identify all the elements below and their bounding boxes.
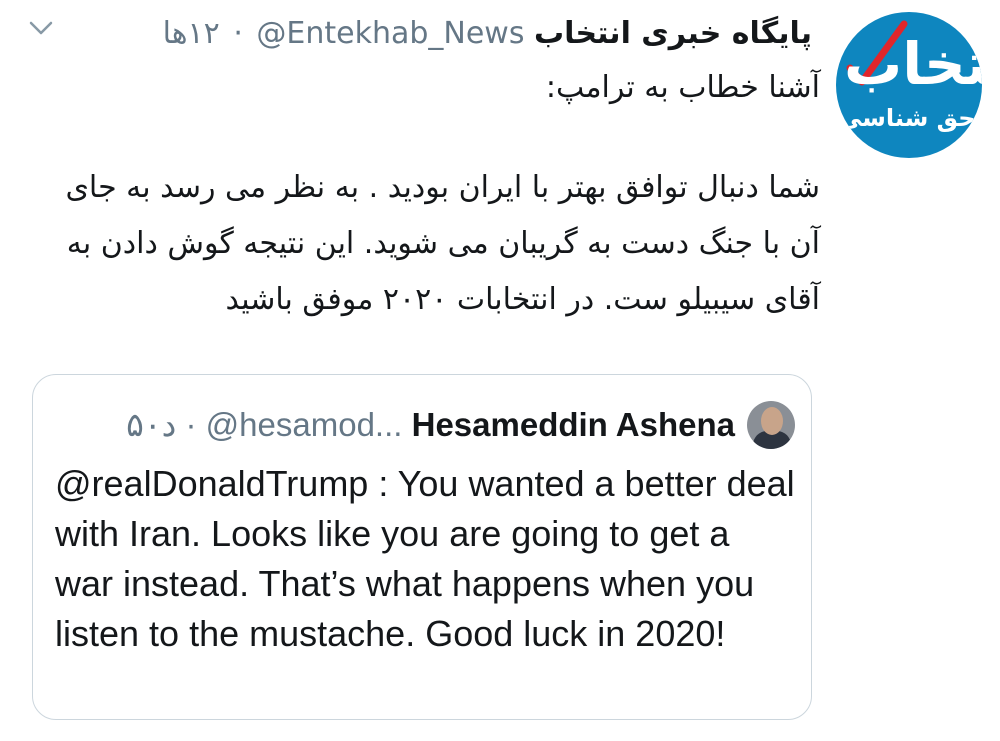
- quoted-author-name: Hesameddin Ashena: [411, 406, 735, 443]
- quoted-tweet-text: @realDonaldTrump : You wanted a better d…: [55, 463, 795, 654]
- quoted-tweet-card[interactable]: ۵۰د · @hesamod... Hesameddin Ashena @rea…: [32, 374, 812, 720]
- chevron-down-icon[interactable]: [28, 18, 54, 38]
- quoted-tweet-header: ۵۰د · @hesamod... Hesameddin Ashena: [55, 393, 795, 457]
- tweet-time[interactable]: ۱۲ها: [163, 16, 220, 51]
- tweet-header: پایگاه خبری انتخاب @Entekhab_News · ۱۲ها: [163, 10, 812, 58]
- avatar-logo-subtext: حق شناسی: [838, 104, 976, 132]
- author-handle[interactable]: @Entekhab_News: [256, 16, 524, 51]
- author-avatar[interactable]: انتخاب حق شناسی: [836, 12, 982, 158]
- separator-dot: ·: [233, 16, 243, 51]
- avatar-face: [761, 407, 783, 435]
- quoted-tweet-time: ۵۰د: [126, 406, 177, 443]
- separator-dot: ·: [185, 406, 197, 443]
- quoted-author-avatar: [747, 401, 795, 449]
- tweet-text: شما دنبال توافق بهتر با ایران بودید . به…: [65, 170, 820, 317]
- avatar-logo-text: انتخاب: [844, 30, 982, 98]
- author-name[interactable]: پایگاه خبری انتخاب: [534, 16, 812, 51]
- quoted-author-handle: @hesamod...: [205, 406, 403, 443]
- tweet-text-line1: آشنا خطاب به ترامپ:: [545, 70, 820, 105]
- quoted-tweet-meta: ۵۰د · @hesamod... Hesameddin Ashena: [126, 393, 735, 457]
